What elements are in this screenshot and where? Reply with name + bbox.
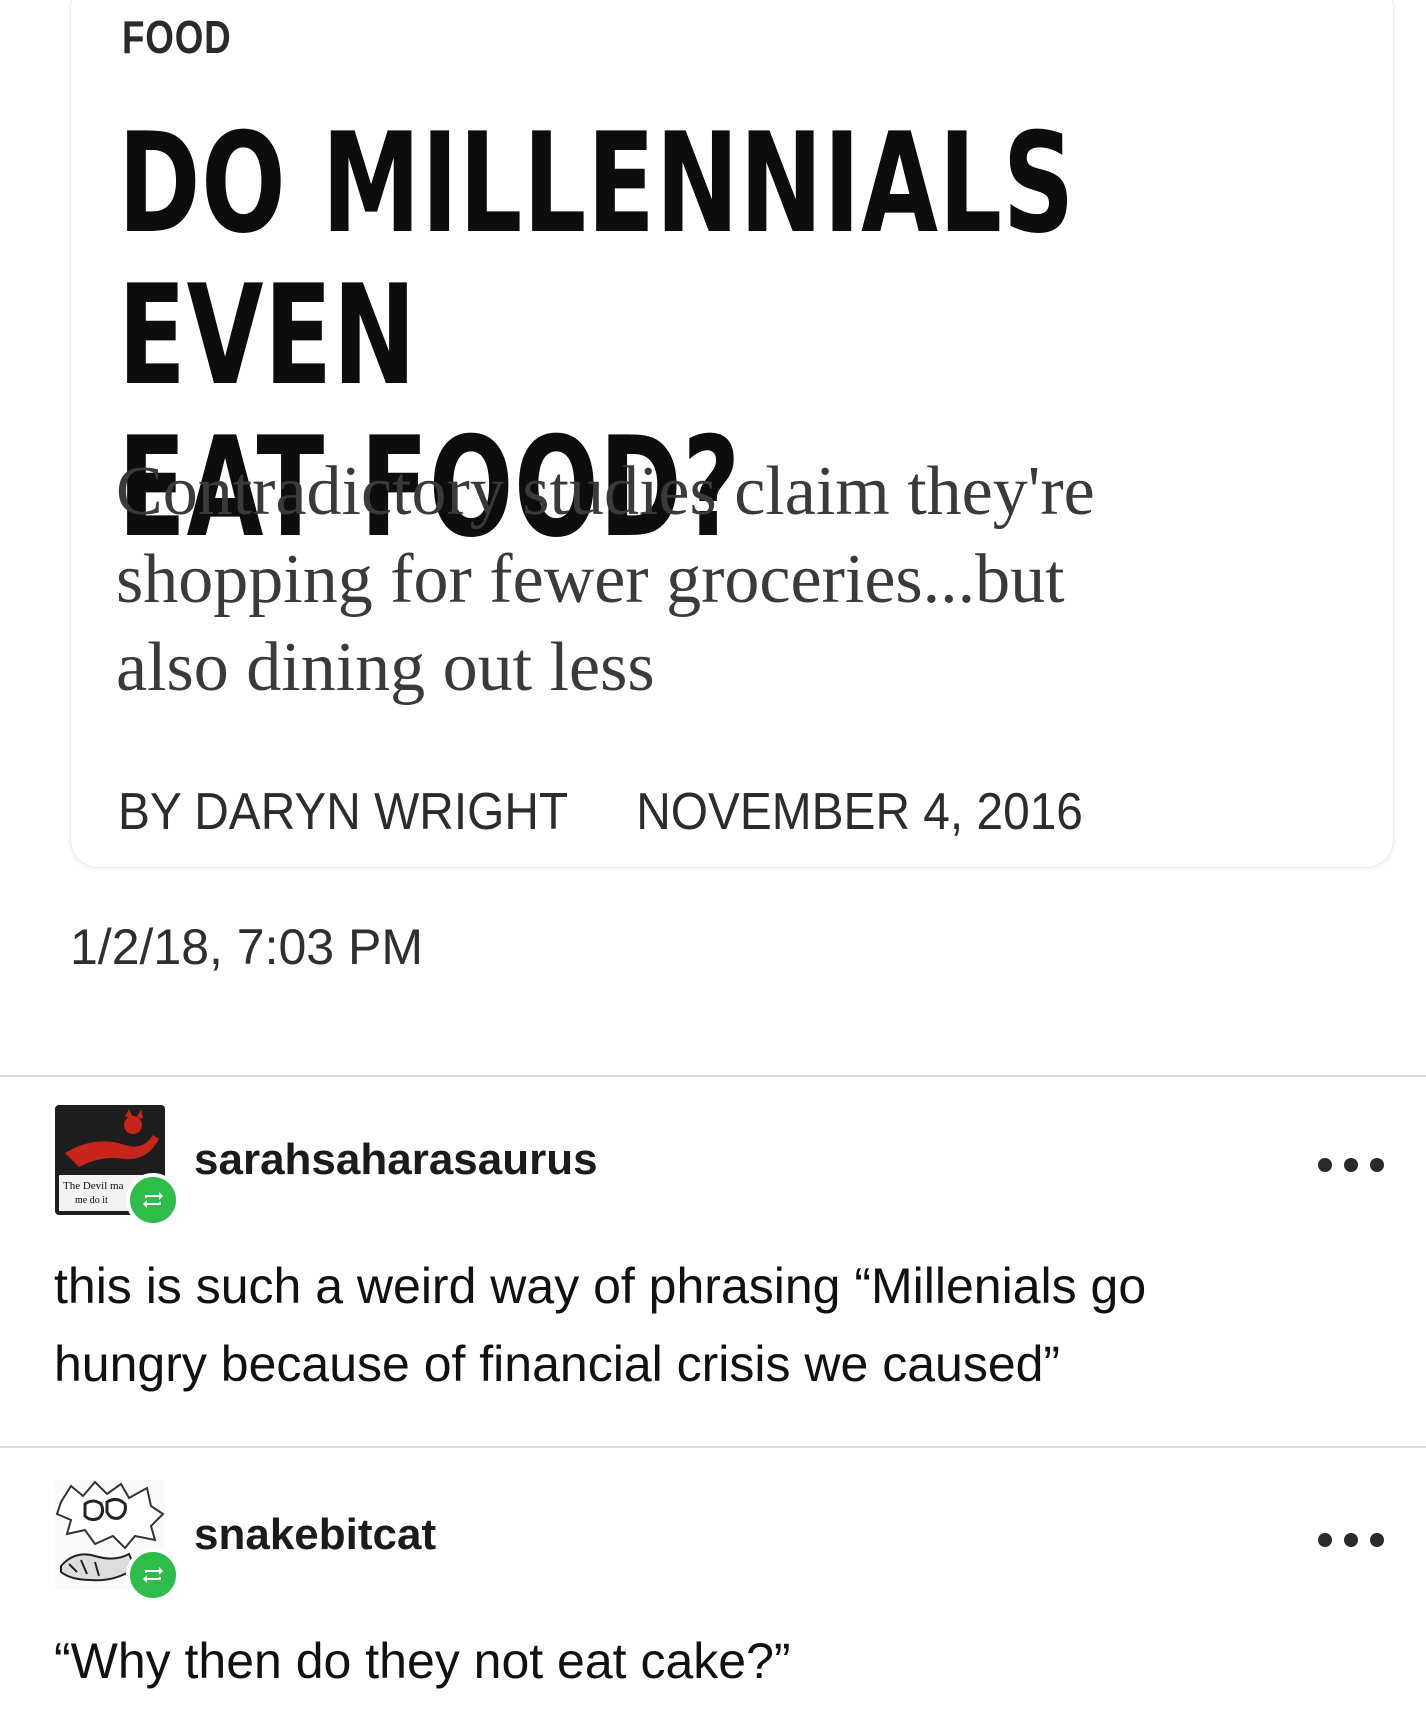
author-name: BY DARYN WRIGHT xyxy=(118,783,569,841)
text-line: “Why then do they not eat cake?” xyxy=(54,1633,791,1689)
article-category: FOOD xyxy=(122,11,232,63)
reblog-entry: The Devil ma me do it sarahsaharasaurus … xyxy=(0,1105,1426,1435)
avatar-caption: The Devil ma xyxy=(63,1180,124,1192)
headline-line: DO MILLENNIALS EVEN xyxy=(118,103,1076,416)
dek-line: also dining out less xyxy=(116,629,655,706)
reblog-text: this is such a weird way of phrasing “Mi… xyxy=(54,1247,1384,1403)
text-line: hungry because of financial crisis we ca… xyxy=(54,1336,1061,1392)
dot xyxy=(1344,1158,1358,1172)
username[interactable]: sarahsaharasaurus xyxy=(194,1135,598,1185)
dot xyxy=(1318,1158,1332,1172)
dot xyxy=(1318,1533,1332,1547)
reblog-icon xyxy=(126,1173,180,1227)
dot xyxy=(1370,1158,1384,1172)
more-options-icon[interactable] xyxy=(1318,1530,1384,1550)
article-byline: BY DARYN WRIGHT NOVEMBER 4, 2016 xyxy=(118,782,1083,842)
dek-line: Contradictory studies claim they're xyxy=(116,453,1095,530)
divider xyxy=(0,1075,1426,1077)
reblog-icon xyxy=(126,1548,180,1602)
username[interactable]: snakebitcat xyxy=(194,1510,436,1560)
dot xyxy=(1370,1533,1384,1547)
dot xyxy=(1344,1533,1358,1547)
divider xyxy=(0,1446,1426,1448)
post-timestamp: 1/2/18, 7:03 PM xyxy=(70,919,424,975)
reblog-entry: snakebitcat “Why then do they not eat ca… xyxy=(0,1480,1426,1720)
article-subheadline: Contradictory studies claim they're shop… xyxy=(116,448,1346,712)
reblog-text: “Why then do they not eat cake?” xyxy=(54,1622,1384,1700)
more-options-icon[interactable] xyxy=(1318,1155,1384,1175)
avatar-caption: me do it xyxy=(75,1195,108,1206)
publish-date: NOVEMBER 4, 2016 xyxy=(636,783,1083,841)
dek-line: shopping for fewer groceries...but xyxy=(116,541,1065,618)
text-line: this is such a weird way of phrasing “Mi… xyxy=(54,1258,1147,1314)
